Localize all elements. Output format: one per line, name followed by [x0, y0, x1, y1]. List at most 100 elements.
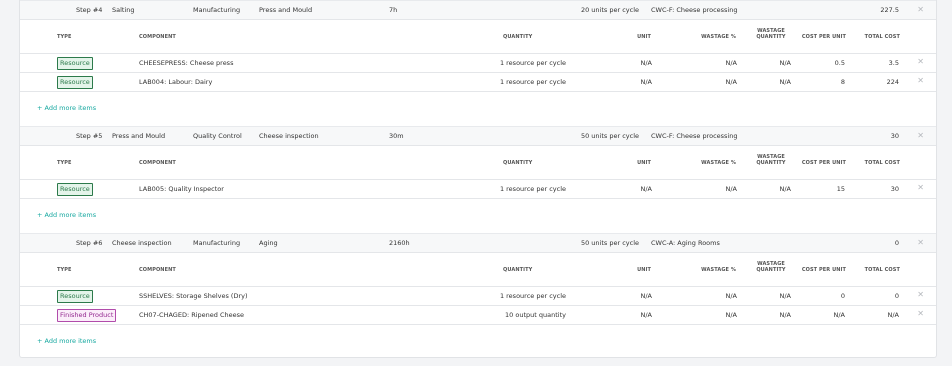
component-cell: CHEESEPRESS: Cheese press: [139, 59, 234, 67]
unit-cell: N/A: [640, 185, 653, 193]
table-row[interactable]: Resource SSHELVES: Storage Shelves (Dry)…: [20, 287, 936, 306]
step-category: Manufacturing: [193, 239, 241, 247]
wastage-pct-cell: N/A: [725, 292, 738, 300]
remove-row-icon[interactable]: ✕: [917, 183, 924, 192]
table-row[interactable]: Resource CHEESEPRESS: Cheese press 1 res…: [20, 54, 936, 73]
wastage-pct-cell: N/A: [725, 311, 738, 319]
type-badge: Resource: [57, 183, 93, 196]
step-duration: 7h: [389, 6, 398, 14]
unit-cell: N/A: [640, 311, 653, 319]
step-header[interactable]: Step #5 Press and Mould Quality Control …: [20, 126, 936, 146]
column-header-wastage-qty: WASTAGE QUANTITY: [756, 154, 786, 166]
type-badge: Resource: [57, 290, 93, 303]
close-icon[interactable]: ✕: [917, 238, 924, 247]
column-header-cost-per-unit: COST PER UNIT: [801, 160, 846, 166]
remove-row-icon[interactable]: ✕: [917, 290, 924, 299]
remove-row-icon[interactable]: ✕: [917, 309, 924, 318]
close-icon[interactable]: ✕: [917, 5, 924, 14]
component-cell: CH07-CHAGED: Ripened Cheese: [139, 311, 245, 319]
unit-cell: N/A: [640, 292, 653, 300]
column-header-quantity: QUANTITY: [503, 160, 533, 166]
cost-per-unit-cell: 15: [836, 185, 845, 193]
column-header-component: COMPONENT: [139, 34, 176, 40]
step-number: Step #6: [76, 239, 103, 247]
bom-steps-panel: Step #4 Salting Manufacturing Press and …: [19, 0, 937, 358]
column-header-quantity: QUANTITY: [503, 267, 533, 273]
add-items-area: + Add more items: [20, 199, 936, 233]
quantity-cell: 1 resource per cycle: [499, 78, 566, 86]
column-header-wastage-pct: WASTAGE %: [701, 267, 736, 273]
add-more-items-button[interactable]: + Add more items: [37, 337, 96, 345]
step-from: Press and Mould: [112, 132, 166, 140]
close-icon[interactable]: ✕: [917, 131, 924, 140]
step-workcenter: CWC-A: Aging Rooms: [651, 239, 720, 247]
wastage-pct-cell: N/A: [725, 59, 738, 67]
add-items-area: + Add more items: [20, 92, 936, 126]
column-header-wastage-qty: WASTAGE QUANTITY: [756, 261, 786, 273]
column-header-total-cost: TOTAL COST: [864, 267, 900, 273]
step-from: Cheese inspection: [112, 239, 172, 247]
unit-cell: N/A: [640, 78, 653, 86]
table-header: TYPE COMPONENT QUANTITY UNIT WASTAGE % W…: [20, 20, 936, 54]
cost-per-unit-cell: N/A: [833, 311, 846, 319]
step-duration: 2160h: [389, 239, 410, 247]
step-rate: 50 units per cycle: [580, 239, 639, 247]
unit-cell: N/A: [640, 59, 653, 67]
step-duration: 30m: [389, 132, 404, 140]
table-header: TYPE COMPONENT QUANTITY UNIT WASTAGE % W…: [20, 146, 936, 180]
type-badge: Resource: [57, 76, 93, 89]
component-cell: LAB004: Labour: Dairy: [139, 78, 213, 86]
column-header-type: TYPE: [57, 160, 72, 166]
column-header-unit: UNIT: [637, 160, 651, 166]
table-row[interactable]: Finished Product CH07-CHAGED: Ripened Ch…: [20, 306, 936, 325]
total-cost-cell: 224: [886, 78, 899, 86]
step-header[interactable]: Step #4 Salting Manufacturing Press and …: [20, 0, 936, 20]
column-header-type: TYPE: [57, 267, 72, 273]
column-header-cost-per-unit: COST PER UNIT: [801, 34, 846, 40]
step-rate: 20 units per cycle: [580, 6, 639, 14]
add-more-items-button[interactable]: + Add more items: [37, 104, 96, 112]
quantity-cell: 1 resource per cycle: [499, 59, 566, 67]
component-cell: LAB005: Quality Inspector: [139, 185, 224, 193]
total-cost-cell: N/A: [887, 311, 900, 319]
column-header-wastage-qty: WASTAGE QUANTITY: [756, 28, 786, 40]
wastage-qty-cell: N/A: [779, 59, 792, 67]
total-cost-cell: 0: [894, 292, 899, 300]
wastage-qty-cell: N/A: [779, 78, 792, 86]
step-from: Salting: [112, 6, 135, 14]
column-header-unit: UNIT: [637, 34, 651, 40]
remove-row-icon[interactable]: ✕: [917, 57, 924, 66]
component-cell: SSHELVES: Storage Shelves (Dry): [139, 292, 248, 300]
step-to: Press and Mould: [259, 6, 313, 14]
total-cost-cell: 3.5: [888, 59, 899, 67]
column-header-quantity: QUANTITY: [503, 34, 533, 40]
step-header[interactable]: Step #6 Cheese inspection Manufacturing …: [20, 233, 936, 253]
type-badge: Finished Product: [57, 309, 117, 322]
step-to: Aging: [259, 239, 278, 247]
total-cost-cell: 30: [890, 185, 899, 193]
table-row[interactable]: Resource LAB005: Quality Inspector 1 res…: [20, 180, 936, 199]
type-badge: Resource: [57, 57, 93, 70]
quantity-cell: 1 resource per cycle: [499, 292, 566, 300]
column-header-wastage-pct: WASTAGE %: [701, 34, 736, 40]
table-row[interactable]: Resource LAB004: Labour: Dairy 1 resourc…: [20, 73, 936, 92]
step-rate: 50 units per cycle: [580, 132, 639, 140]
cost-per-unit-cell: 0.5: [834, 59, 845, 67]
wastage-qty-cell: N/A: [779, 292, 792, 300]
step-cost: 0: [894, 239, 899, 247]
add-more-items-button[interactable]: + Add more items: [37, 211, 96, 219]
column-header-component: COMPONENT: [139, 160, 176, 166]
step-number: Step #4: [76, 6, 103, 14]
add-items-area: + Add more items: [20, 325, 936, 357]
column-header-component: COMPONENT: [139, 267, 176, 273]
column-header-unit: UNIT: [637, 267, 651, 273]
wastage-qty-cell: N/A: [779, 311, 792, 319]
column-header-type: TYPE: [57, 34, 72, 40]
column-header-wastage-pct: WASTAGE %: [701, 160, 736, 166]
remove-row-icon[interactable]: ✕: [917, 76, 924, 85]
cost-per-unit-cell: 8: [840, 78, 845, 86]
column-header-total-cost: TOTAL COST: [864, 160, 900, 166]
table-header: TYPE COMPONENT QUANTITY UNIT WASTAGE % W…: [20, 253, 936, 287]
step-category: Quality Control: [193, 132, 242, 140]
step-to: Cheese inspection: [259, 132, 319, 140]
